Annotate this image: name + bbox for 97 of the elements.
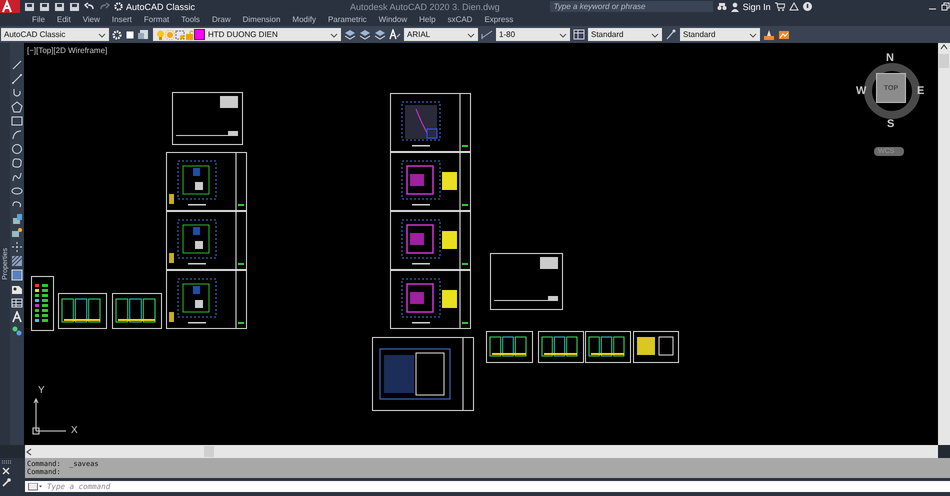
- menu-item[interactable]: Window: [372, 15, 414, 24]
- dimension-style-dropdown[interactable]: 1-80: [496, 28, 570, 41]
- command-prompt-icon[interactable]: [25, 481, 44, 492]
- multileader-style-icon[interactable]: [665, 29, 677, 40]
- viewport-icon[interactable]: [175, 30, 185, 40]
- caret-icon[interactable]: [749, 32, 757, 38]
- gear-icon[interactable]: [114, 2, 123, 11]
- gear-icon[interactable]: [112, 30, 122, 40]
- revision-cloud-icon[interactable]: [11, 157, 23, 169]
- polygon-icon[interactable]: [11, 101, 23, 113]
- sign-in-link[interactable]: Sign In: [742, 2, 771, 12]
- layer-stack-icon[interactable]: [344, 29, 356, 40]
- horizontal-scrollbar[interactable]: [25, 445, 938, 458]
- compass-direction[interactable]: W: [856, 85, 866, 97]
- drawing-sheet: [31, 276, 54, 331]
- drawing-sheet: [585, 331, 631, 363]
- insert-block-icon[interactable]: [11, 213, 23, 225]
- gradient-icon[interactable]: [11, 269, 23, 281]
- close-icon[interactable]: [2, 467, 10, 475]
- circle-icon[interactable]: [11, 143, 23, 155]
- application-logo-icon[interactable]: [0, 0, 20, 13]
- scrollbar-thumb[interactable]: [204, 446, 214, 457]
- multileader-style-dropdown[interactable]: Standard: [680, 28, 760, 41]
- binoculars-icon[interactable]: [716, 2, 727, 11]
- menu-item[interactable]: File: [26, 15, 51, 24]
- axis-label: Y: [38, 385, 45, 396]
- hatch-icon[interactable]: [11, 255, 23, 267]
- menu-item[interactable]: Dimension: [236, 15, 286, 24]
- menu-item[interactable]: Edit: [50, 15, 77, 24]
- drawing-sheet: [172, 92, 243, 145]
- menu-item[interactable]: Modify: [286, 15, 322, 24]
- vertical-scrollbar[interactable]: [938, 43, 950, 445]
- layer-name: HTD DUONG DIEN: [208, 30, 278, 39]
- table-style-dropdown[interactable]: Standard: [588, 28, 662, 41]
- menu-item[interactable]: Draw: [206, 15, 237, 24]
- arc-icon[interactable]: [11, 129, 23, 141]
- table-icon[interactable]: [11, 297, 23, 309]
- triangle-icon[interactable]: [788, 2, 799, 11]
- table-style-icon[interactable]: [573, 29, 585, 40]
- cart-icon[interactable]: [774, 2, 785, 11]
- menu-item[interactable]: Format: [138, 15, 176, 24]
- redo-icon[interactable]: [99, 2, 110, 12]
- caret-icon[interactable]: [98, 32, 106, 38]
- rectangle-icon[interactable]: [11, 115, 23, 127]
- plot-icon[interactable]: [763, 29, 775, 40]
- restore-icon[interactable]: [941, 2, 950, 11]
- add-selected-icon[interactable]: [11, 325, 23, 337]
- dimension-style-icon[interactable]: [481, 29, 493, 40]
- menu-item[interactable]: Express: [478, 15, 520, 24]
- text-style-icon[interactable]: [389, 29, 401, 40]
- menu-item[interactable]: Tools: [175, 15, 206, 24]
- text-style-dropdown[interactable]: ARIAL: [404, 28, 478, 41]
- caret-icon[interactable]: [467, 32, 475, 38]
- ellipse-icon[interactable]: [11, 185, 23, 197]
- polyline-arc-icon[interactable]: [11, 87, 23, 99]
- scrollbar-thumb[interactable]: [939, 54, 949, 68]
- viewport-controls[interactable]: [−][Top][2D Wireframe]: [27, 46, 108, 55]
- drawing-sheet: [58, 293, 107, 329]
- plot-preview-icon[interactable]: [778, 29, 790, 40]
- caret-icon[interactable]: [559, 32, 567, 38]
- drawing-sheet: [112, 293, 162, 329]
- search-field[interactable]: Type a keyword or phrase: [550, 1, 713, 12]
- axis-label: X: [71, 425, 78, 436]
- compass-direction[interactable]: N: [886, 52, 894, 64]
- make-block-icon[interactable]: [11, 227, 23, 239]
- polyline-icon[interactable]: [11, 73, 23, 85]
- window-title: Autodesk AutoCAD 2020 3. Dien.dwg: [350, 2, 500, 12]
- grip-icon[interactable]: [2, 460, 12, 464]
- menu-item[interactable]: View: [76, 15, 106, 24]
- multiline-text-icon[interactable]: [11, 311, 23, 323]
- drawing-sheet: [486, 331, 533, 363]
- compass-direction[interactable]: S: [887, 118, 894, 130]
- maximize-icon[interactable]: [125, 30, 135, 40]
- caret-icon[interactable]: [330, 32, 338, 38]
- menu-item[interactable]: Help: [413, 15, 442, 24]
- drawing-sheet: [538, 331, 584, 363]
- menu-item[interactable]: sxCAD: [442, 15, 478, 24]
- layer-properties-icon[interactable]: [374, 29, 386, 40]
- menu-item[interactable]: Parametric: [322, 15, 373, 24]
- compass-direction[interactable]: E: [917, 85, 924, 97]
- undo-icon[interactable]: [84, 2, 95, 12]
- save-icon[interactable]: [39, 2, 50, 12]
- layers-icon[interactable]: [138, 29, 150, 40]
- layer-stack-icon[interactable]: [359, 29, 371, 40]
- workspace-dropdown[interactable]: AutoCAD Classic: [126, 2, 196, 12]
- caret-icon[interactable]: [651, 32, 659, 38]
- workspace-dropdown[interactable]: AutoCAD Classic: [1, 28, 109, 41]
- drawing-sheet: [633, 331, 679, 363]
- region-icon[interactable]: [11, 283, 23, 295]
- help-icon[interactable]: [802, 2, 812, 11]
- wrench-icon[interactable]: [2, 478, 11, 487]
- line-icon[interactable]: [11, 59, 23, 71]
- point-icon[interactable]: [11, 241, 23, 253]
- menu-item[interactable]: Insert: [106, 15, 138, 24]
- spline-icon[interactable]: [11, 171, 23, 183]
- user-icon[interactable]: [730, 2, 739, 12]
- layer-dropdown[interactable]: HTD DUONG DIEN: [153, 28, 341, 41]
